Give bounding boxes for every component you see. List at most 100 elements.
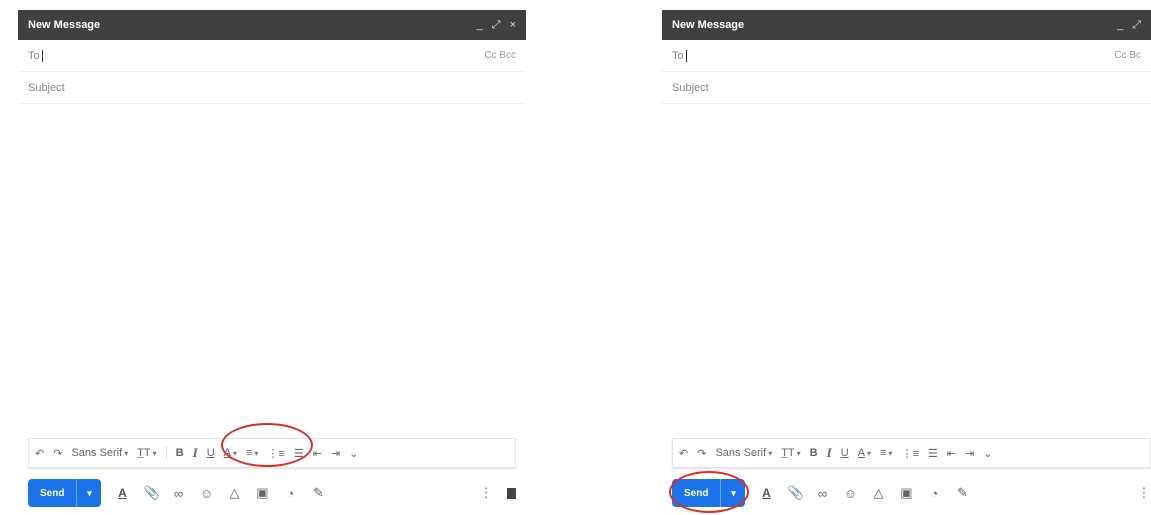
text-color-icon: A (857, 447, 865, 459)
insert-link-icon[interactable]: ∞ (815, 486, 829, 501)
bulleted-list-icon[interactable]: ☰ (294, 447, 304, 460)
bold-button[interactable]: B (810, 447, 818, 459)
more-options-icon[interactable]: ⋮ (1137, 485, 1151, 501)
compose-window-right: New Message _ ⤢ To Cc Bc Subject ↶ ↷ San… (662, 10, 1151, 515)
send-button-group: Send ▾ (28, 479, 102, 507)
send-button-group: Send ▾ (672, 479, 746, 507)
more-formatting-icon[interactable]: ⌄ (349, 447, 358, 460)
font-size-select[interactable]: T̲T ▾ (137, 447, 156, 459)
minimize-icon[interactable]: _ (1117, 19, 1123, 32)
signature-icon[interactable]: ✎ (955, 485, 969, 501)
confidential-mode-icon[interactable]: ◔ (283, 486, 297, 501)
text-color-select[interactable]: A ▾ (224, 447, 237, 459)
message-body[interactable] (18, 104, 526, 434)
message-body[interactable] (662, 104, 1151, 434)
to-field[interactable]: To Cc Bc (662, 40, 1151, 72)
insert-photo-icon[interactable]: ▣ (899, 485, 913, 501)
insert-emoji-icon[interactable]: ☺ (199, 486, 213, 501)
subject-field[interactable]: Subject (18, 72, 526, 104)
insert-emoji-icon[interactable]: ☺ (843, 486, 857, 501)
redo-icon[interactable]: ↷ (697, 447, 706, 460)
indent-less-icon[interactable]: ⇤ (313, 447, 322, 460)
discard-draft-icon[interactable] (507, 487, 516, 499)
attach-file-icon[interactable]: 📎 (143, 485, 159, 501)
close-icon[interactable]: × (510, 19, 516, 32)
attach-file-icon[interactable]: 📎 (787, 485, 803, 501)
send-button[interactable]: Send (672, 479, 720, 507)
more-options-icon[interactable]: ⋮ (479, 485, 493, 501)
undo-icon[interactable]: ↶ (679, 447, 688, 460)
align-icon: ≡ (880, 447, 887, 459)
chevron-down-icon: ▾ (254, 448, 259, 458)
font-size-icon: T̲T (781, 447, 795, 459)
align-icon: ≡ (246, 447, 253, 459)
insert-drive-icon[interactable]: △ (871, 485, 885, 501)
signature-icon[interactable]: ✎ (311, 485, 325, 501)
align-select[interactable]: ≡ ▾ (880, 447, 892, 459)
confidential-mode-icon[interactable]: ◔ (927, 486, 941, 501)
send-button[interactable]: Send (28, 479, 76, 507)
compose-title: New Message (28, 19, 101, 31)
insert-drive-icon[interactable]: △ (227, 485, 241, 501)
indent-less-icon[interactable]: ⇤ (947, 447, 956, 460)
formatting-toolbar: ↶ ↷ Sans Serif ▾ T̲T ▾ B I U A ▾ ≡ ▾ ⋮≡ … (672, 438, 1151, 468)
formatting-options-icon[interactable]: A (759, 486, 773, 500)
compose-bottom-bar: Send ▾ A 📎 ∞ ☺ △ ▣ ◔ ✎ ⋮ (672, 476, 1151, 510)
window-controls: _ ⤢ × (477, 19, 516, 32)
font-family-label: Sans Serif (71, 447, 123, 459)
insert-link-icon[interactable]: ∞ (171, 486, 185, 501)
toolbar-divider (165, 446, 167, 460)
font-family-select[interactable]: Sans Serif ▾ (715, 447, 772, 459)
chevron-down-icon: ▾ (152, 448, 157, 458)
fullscreen-icon[interactable]: ⤢ (492, 19, 501, 32)
underline-button[interactable]: U (207, 447, 215, 459)
compose-titlebar: New Message _ ⤢ (662, 10, 1151, 40)
chevron-down-icon: ▾ (232, 448, 237, 458)
send-options-icon[interactable]: ▾ (76, 479, 101, 507)
italic-button[interactable]: I (827, 445, 832, 461)
formatting-options-icon[interactable]: A (115, 486, 129, 500)
subject-placeholder: Subject (28, 81, 65, 94)
text-cursor (41, 49, 43, 62)
text-color-select[interactable]: A ▾ (858, 447, 871, 459)
cc-bcc-link[interactable]: Cc Bcc (484, 50, 516, 61)
numbered-list-icon[interactable]: ⋮≡ (901, 447, 918, 460)
to-label: To (672, 49, 684, 62)
send-options-icon[interactable]: ▾ (720, 479, 745, 507)
indent-more-icon[interactable]: ⇥ (331, 447, 340, 460)
subject-field[interactable]: Subject (662, 72, 1151, 104)
subject-placeholder: Subject (672, 81, 709, 94)
compose-title: New Message (672, 19, 745, 31)
insert-photo-icon[interactable]: ▣ (255, 485, 269, 501)
compose-window-left: New Message _ ⤢ × To Cc Bcc Subject ↶ ↷ … (18, 10, 526, 515)
bulleted-list-icon[interactable]: ☰ (928, 447, 938, 460)
font-family-select[interactable]: Sans Serif ▾ (71, 447, 128, 459)
font-size-icon: T̲T (137, 447, 151, 459)
font-family-label: Sans Serif (715, 447, 767, 459)
italic-button[interactable]: I (193, 445, 198, 461)
text-cursor (685, 49, 687, 62)
more-formatting-icon[interactable]: ⌄ (983, 447, 992, 460)
compose-bottom-bar: Send ▾ A 📎 ∞ ☺ △ ▣ ◔ ✎ ⋮ (28, 476, 516, 510)
formatting-toolbar: ↶ ↷ Sans Serif ▾ T̲T ▾ B I U A ▾ ≡ ▾ ⋮≡ … (28, 438, 516, 468)
chevron-down-icon: ▾ (796, 448, 801, 458)
indent-more-icon[interactable]: ⇥ (965, 447, 974, 460)
align-select[interactable]: ≡ ▾ (246, 447, 258, 459)
window-controls: _ ⤢ (1117, 19, 1141, 32)
font-size-select[interactable]: T̲T ▾ (781, 447, 800, 459)
fullscreen-icon[interactable]: ⤢ (1132, 19, 1141, 32)
to-label: To (28, 49, 40, 62)
chevron-down-icon: ▾ (768, 448, 773, 458)
compose-titlebar: New Message _ ⤢ × (18, 10, 526, 40)
numbered-list-icon[interactable]: ⋮≡ (267, 447, 284, 460)
to-field[interactable]: To Cc Bcc (18, 40, 526, 72)
undo-icon[interactable]: ↶ (35, 447, 44, 460)
chevron-down-icon: ▾ (866, 448, 871, 458)
bold-button[interactable]: B (176, 447, 184, 459)
redo-icon[interactable]: ↷ (53, 447, 62, 460)
text-color-icon: A (223, 447, 231, 459)
minimize-icon[interactable]: _ (477, 19, 483, 32)
cc-bcc-link[interactable]: Cc Bc (1114, 50, 1141, 61)
underline-button[interactable]: U (841, 447, 849, 459)
chevron-down-icon: ▾ (888, 448, 893, 458)
